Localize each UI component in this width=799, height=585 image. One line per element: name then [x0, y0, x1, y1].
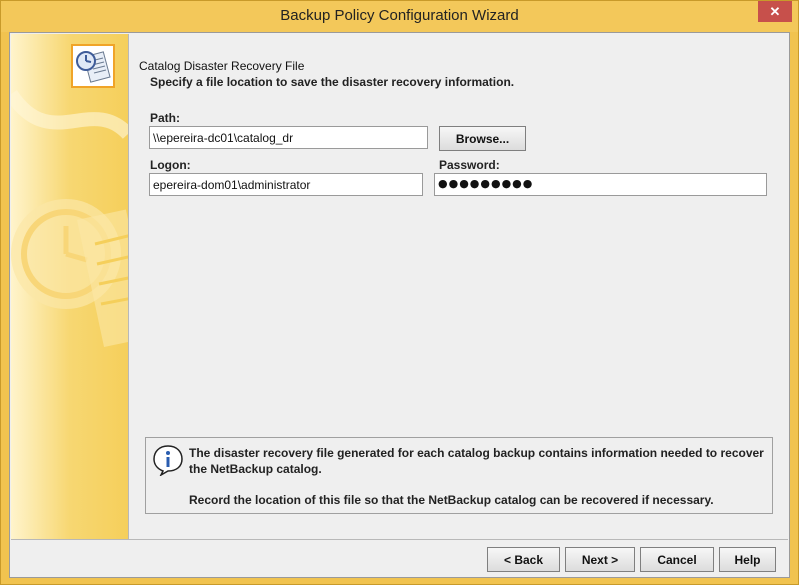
wizard-window: Backup Policy Configuration Wizard ✕ Cat… — [0, 0, 799, 585]
password-input[interactable]: ●●●●●●●●● — [434, 173, 767, 196]
clock-document-icon — [71, 44, 115, 88]
clock-watermark-icon — [11, 89, 128, 348]
info-speech-bubble-icon — [153, 445, 183, 476]
close-button[interactable]: ✕ — [758, 1, 792, 22]
logon-label: Logon: — [150, 158, 191, 172]
help-button[interactable]: Help — [719, 547, 776, 572]
page-title: Catalog Disaster Recovery File — [139, 59, 305, 73]
info-panel: The disaster recovery file generated for… — [145, 437, 773, 514]
browse-button[interactable]: Browse... — [439, 126, 526, 151]
close-icon: ✕ — [769, 3, 781, 19]
path-label: Path: — [150, 111, 180, 125]
page-subtitle: Specify a file location to save the disa… — [150, 75, 515, 89]
window-title: Backup Policy Configuration Wizard — [280, 7, 519, 24]
password-label: Password: — [439, 158, 500, 172]
info-text-primary: The disaster recovery file generated for… — [189, 446, 764, 476]
info-text-secondary: Record the location of this file so that… — [189, 493, 714, 507]
back-button[interactable]: < Back — [487, 547, 560, 572]
title-bar[interactable]: Backup Policy Configuration Wizard ✕ — [1, 1, 798, 32]
path-input[interactable]: \\epereira-dc01\catalog_dr — [149, 126, 428, 149]
wizard-side-panel — [11, 34, 129, 539]
cancel-button[interactable]: Cancel — [640, 547, 714, 572]
next-button[interactable]: Next > — [565, 547, 635, 572]
wizard-content: Catalog Disaster Recovery File Specify a… — [129, 34, 789, 539]
logon-input[interactable]: epereira-dom01\administrator — [149, 173, 423, 196]
footer-separator — [11, 539, 788, 540]
wizard-client-area: Catalog Disaster Recovery File Specify a… — [9, 32, 790, 578]
